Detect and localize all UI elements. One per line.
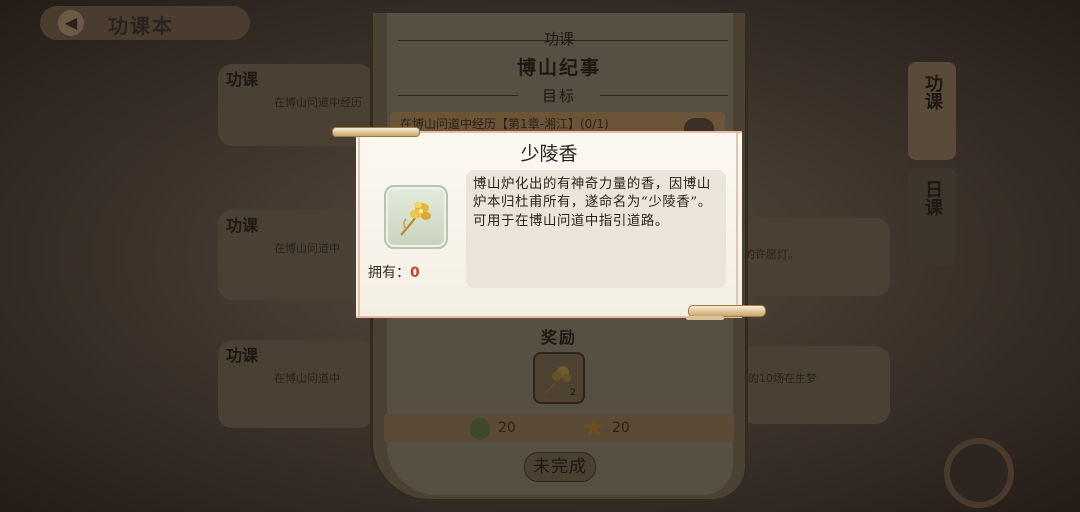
incense-icon [400,202,431,236]
owned-label: 拥有： [368,265,410,281]
divider [398,95,518,96]
reward-count: 2 [570,388,576,398]
tab-daily-label: 日课 [922,180,943,216]
scroll-rod-top [332,127,420,137]
item-icon-frame [384,185,448,249]
quest-card-right-text: 的10场在生梦 [748,372,817,385]
tab-homework[interactable]: 功课 [908,62,956,160]
jade-icon [470,418,490,440]
page-title: 功课本 [108,14,174,38]
quest-card-right[interactable]: 的许愿灯。 [740,218,890,296]
tab-daily[interactable]: 日课 [908,168,956,266]
star-amount: 20 [612,420,630,436]
reward-header: 奖励 [540,328,577,347]
quest-card-right[interactable]: 的10场在生梦 [740,346,890,424]
currency-row [384,414,734,442]
tab-homework-label: 功课 [922,74,943,110]
star-icon: ★ [582,413,606,443]
scroll-rod-bottom-shadow [686,316,724,320]
jade-amount: 20 [498,420,516,436]
quest-title: 博山纪事 [516,57,601,79]
quest-card-label: 功课 [226,216,259,235]
status-button[interactable]: 未完成 [524,452,596,482]
incense-icon [544,366,571,395]
quest-card-label: 功课 [226,346,259,365]
quest-card-text: 在博山问道中经历 [274,96,362,109]
quest-card-label: 功课 [226,70,259,89]
quest-card[interactable]: 功课 在博山问道中 [218,340,373,428]
owned-count: 拥有：0 [368,262,420,282]
owned-value: 0 [410,265,420,281]
corner-ornament[interactable] [944,438,1014,508]
goal-text: 在博山问道中经历【第1章-湘江】(0/1) [400,117,609,131]
quest-card[interactable]: 功课 在博山问道中 [218,210,373,300]
quest-card-text: 在博山问道中 [274,242,340,255]
quest-card-right-text: 的许愿灯。 [744,248,799,261]
divider [600,95,728,96]
item-title: 少陵香 [520,143,578,165]
quest-card-text: 在博山问道中 [274,372,340,385]
back-arrow-icon: ◀ [64,13,78,32]
reward-item-slot[interactable] [533,352,585,404]
item-description: 博山炉化出的有神奇力量的香，因博山炉本归杜甫所有，遂命名为“少陵香”。可用于在博… [473,177,712,229]
quest-section-label: 功课 [543,30,574,48]
back-button[interactable]: ◀ [58,10,84,36]
